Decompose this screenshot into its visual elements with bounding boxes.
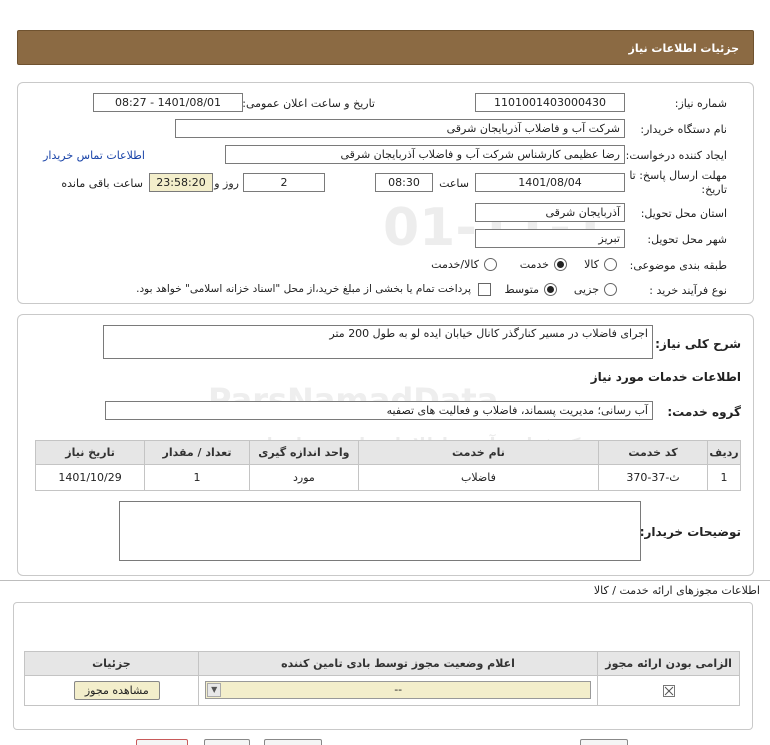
col-service-code: کد خدمت xyxy=(597,440,709,465)
bottom-button-3[interactable] xyxy=(264,739,322,745)
treasury-payment-checkbox[interactable] xyxy=(478,283,491,296)
category-radio-goods[interactable] xyxy=(604,258,617,271)
category-radio-goods-service[interactable] xyxy=(484,258,497,271)
process-option-minor: جزیی xyxy=(573,283,599,296)
buyer-org-field: شرکت آب و فاضلاب آذربایجان شرقی xyxy=(175,119,625,138)
deadline-date-field: 1401/08/04 xyxy=(475,173,625,192)
col-unit: واحد اندازه گیری xyxy=(248,440,359,465)
cell-permit-details: مشاهده مجوز xyxy=(24,675,199,706)
col-permit-details: جزئیات xyxy=(24,651,199,676)
summary-label: شرح کلی نیاز: xyxy=(655,337,741,351)
need-number-label: شماره نیاز: xyxy=(674,97,727,110)
days-label: روز و xyxy=(214,177,239,190)
cell-quantity: 1 xyxy=(144,464,250,491)
permit-status-value: -- xyxy=(394,683,403,696)
services-table: ردیف کد خدمت نام خدمت واحد اندازه گیری ت… xyxy=(34,440,741,491)
permits-table-header: الزامی بودن ارائه مجوز اعلام وضعیت مجوز … xyxy=(24,651,740,676)
need-info-panel: 01-11-1 شماره نیاز: 1101001403000430 تار… xyxy=(17,82,754,304)
cell-service-name: فاضلاب xyxy=(357,464,599,491)
services-section-title: اطلاعات خدمات مورد نیاز xyxy=(590,370,741,384)
col-row: ردیف xyxy=(707,440,741,465)
category-option-goods-service: کالا/خدمت xyxy=(431,258,479,271)
permits-title-bar: اطلاعات مجوزهای ارائه خدمت / کالا xyxy=(0,580,770,598)
requester-label: ایجاد کننده درخواست: xyxy=(625,149,727,162)
remaining-label: ساعت باقی مانده xyxy=(61,177,143,190)
permits-panel: الزامی بودن ارائه مجوز اعلام وضعیت مجوز … xyxy=(13,602,753,730)
permits-title: اطلاعات مجوزهای ارائه خدمت / کالا xyxy=(593,584,760,597)
category-label: طبقه بندی موضوعی: xyxy=(629,259,727,272)
table-row: -- ▼ مشاهده مجوز xyxy=(24,675,740,706)
dropdown-arrow-icon[interactable]: ▼ xyxy=(207,683,222,697)
cell-row: 1 xyxy=(707,464,741,491)
page-title: جزئیات اطلاعات نیاز xyxy=(628,42,740,55)
process-radio-minor[interactable] xyxy=(604,283,617,296)
deadline-label-date: تاریخ: xyxy=(701,183,727,196)
table-row: 1 ث-37-370 فاضلاب مورد 1 1401/10/29 xyxy=(34,464,741,491)
service-group-label: گروه خدمت: xyxy=(667,405,741,419)
need-details-panel: ParsNamadData مرکز فراهم آوری اطلاعات پا… xyxy=(17,314,754,576)
col-permit-status: اعلام وضعیت مجوز توسط بادی تامین کننده xyxy=(197,651,599,676)
buyer-contact-link[interactable]: اطلاعات تماس خریدار xyxy=(43,149,145,162)
permit-status-select[interactable]: -- ▼ xyxy=(205,681,592,699)
province-field: آذربایجان شرقی xyxy=(475,203,625,222)
deadline-label: مهلت ارسال پاسخ: تا xyxy=(629,169,727,182)
col-permit-required: الزامی بودن ارائه مجوز xyxy=(597,651,740,676)
treasury-payment-note: پرداخت تمام یا بخشی از مبلغ خرید،از محل … xyxy=(136,283,471,295)
category-option-goods: کالا xyxy=(584,258,599,271)
bottom-button-2[interactable] xyxy=(204,739,250,745)
category-option-service: خدمت xyxy=(519,258,549,271)
buyer-org-label: نام دستگاه خریدار: xyxy=(640,123,727,136)
city-label: شهر محل تحویل: xyxy=(647,233,727,246)
buyer-notes-field xyxy=(119,501,641,561)
bottom-button-1[interactable] xyxy=(136,739,188,745)
days-field: 2 xyxy=(243,173,325,192)
requester-field: رضا عظیمی کارشناس شرکت آب و فاضلاب آذربا… xyxy=(225,145,625,164)
cell-permit-required xyxy=(597,675,740,706)
announce-label: تاریخ و ساعت اعلان عمومی: xyxy=(242,97,375,110)
view-permit-button[interactable]: مشاهده مجوز xyxy=(73,681,160,700)
buyer-notes-label: توضیحات خریدار: xyxy=(639,525,741,539)
province-label: استان محل تحویل: xyxy=(640,207,727,220)
col-need-date: تاریخ نیاز xyxy=(34,440,146,465)
announce-field: 1401/08/01 - 08:27 xyxy=(93,93,243,112)
process-label: نوع فرآیند خرید : xyxy=(649,284,727,297)
deadline-time-field: 08:30 xyxy=(375,173,433,192)
city-field: تبریز xyxy=(475,229,625,248)
bottom-button-4[interactable] xyxy=(580,739,628,745)
remaining-time-field: 23:58:20 xyxy=(149,173,213,192)
cell-unit: مورد xyxy=(248,464,359,491)
service-group-field: آب رسانی؛ مدیریت پسماند، فاضلاب و فعالیت… xyxy=(105,401,653,420)
permits-table: الزامی بودن ارائه مجوز اعلام وضعیت مجوز … xyxy=(24,651,740,706)
page-header: جزئیات اطلاعات نیاز xyxy=(17,30,754,65)
disabled-checkbox-icon xyxy=(662,685,675,697)
need-number-field: 1101001403000430 xyxy=(475,93,625,112)
cell-need-date: 1401/10/29 xyxy=(34,464,146,491)
summary-field: اجرای فاضلاب در مسیر کنارگذر کانال خیابا… xyxy=(103,325,653,359)
col-service-name: نام خدمت xyxy=(357,440,599,465)
deadline-time-label: ساعت xyxy=(439,177,469,190)
category-radio-service[interactable] xyxy=(554,258,567,271)
process-option-medium: متوسط xyxy=(504,283,539,296)
cell-service-code: ث-37-370 xyxy=(597,464,709,491)
cell-permit-status: -- ▼ xyxy=(197,675,599,706)
col-quantity: تعداد / مقدار xyxy=(144,440,250,465)
services-table-header: ردیف کد خدمت نام خدمت واحد اندازه گیری ت… xyxy=(34,440,741,465)
process-radio-medium[interactable] xyxy=(544,283,557,296)
